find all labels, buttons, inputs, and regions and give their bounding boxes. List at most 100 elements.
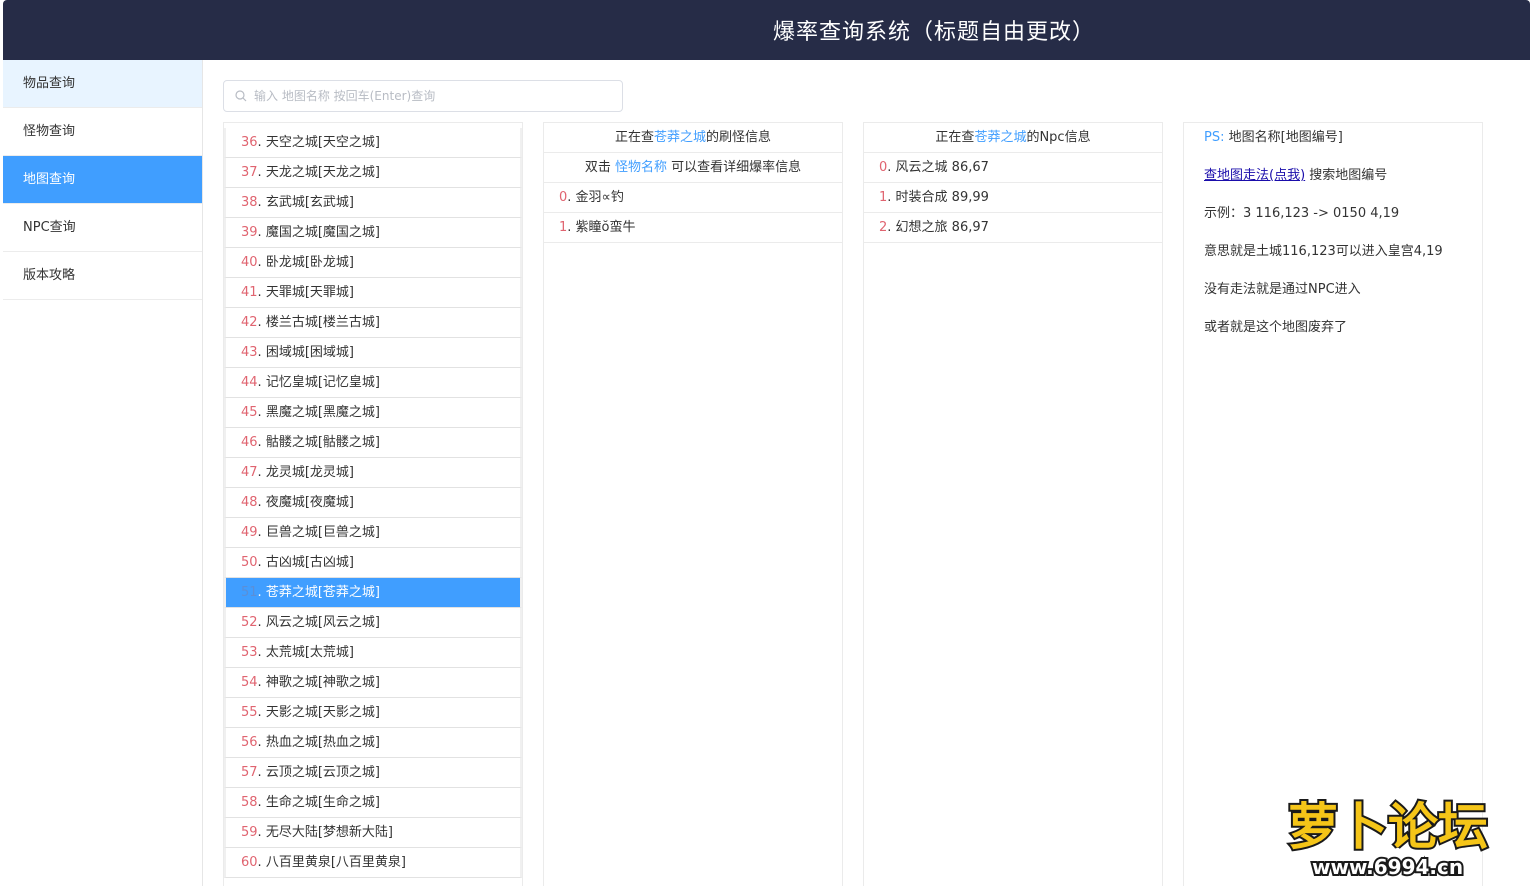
map-number: 55 (241, 705, 258, 720)
logo-url: www.6994.cn (1312, 855, 1463, 879)
map-name: 神歌之城[神歌之城] (265, 675, 380, 690)
info-link-line: 查地图走法(点我) 搜索地图编号 (1204, 161, 1462, 199)
map-name: 风云之城[风云之城] (265, 615, 380, 630)
map-list-item[interactable]: 56. 热血之城[热血之城] (224, 728, 522, 758)
map-number: 44 (241, 375, 258, 390)
map-list-item[interactable]: 46. 骷髅之城[骷髅之城] (224, 428, 522, 458)
map-list-item[interactable]: 53. 太荒城[太荒城] (224, 638, 522, 668)
map-name: 生命之城[生命之城] (265, 795, 380, 810)
map-name: 天龙之城[天龙之城] (265, 165, 380, 180)
map-list-item[interactable]: 45. 黑魔之城[黑魔之城] (224, 398, 522, 428)
map-list-item[interactable]: 50. 古凶城[古凶城] (224, 548, 522, 578)
map-number: 39 (241, 225, 258, 240)
monster-name: 金羽∝钓 (575, 190, 624, 205)
map-number: 52 (241, 615, 258, 630)
map-list-item[interactable]: 42. 楼兰古城[楼兰古城] (224, 308, 522, 338)
map-number: 59 (241, 825, 258, 840)
sidebar-item-monster-query[interactable]: 怪物查询 (3, 108, 202, 156)
map-number: 57 (241, 765, 258, 780)
map-list-item[interactable]: 44. 记忆皇城[记忆皇城] (224, 368, 522, 398)
npc-panel-header: 正在查苍莽之城的Npc信息 (864, 123, 1162, 153)
map-list-item[interactable]: 37. 天龙之城[天龙之城] (224, 158, 522, 188)
hint-suffix: 可以查看详细爆率信息 (671, 160, 802, 175)
map-list-inner: 36. 天空之城[天空之城] 37. 天龙之城[天龙之城] 38. 玄武城[玄武城]… (224, 128, 522, 878)
map-list-item[interactable]: 39. 魔国之城[魔国之城] (224, 218, 522, 248)
monster-panel: 正在查苍莽之城的刷怪信息 双击 怪物名称 可以查看详细爆率信息 0. 金羽∝钓 … (543, 122, 843, 886)
map-number: 38 (241, 195, 258, 210)
map-name: 热血之城[热血之城] (265, 735, 380, 750)
map-name: 太荒城[太荒城] (265, 645, 354, 660)
map-list-item[interactable]: 43. 困域城[困域城] (224, 338, 522, 368)
map-name: 记忆皇城[记忆皇城] (265, 375, 380, 390)
map-name: 玄武城[玄武城] (265, 195, 354, 210)
map-list-item[interactable]: 38. 玄武城[玄武城] (224, 188, 522, 218)
map-list-item[interactable]: 57. 云顶之城[云顶之城] (224, 758, 522, 788)
map-number: 60 (241, 855, 258, 870)
map-number: 45 (241, 405, 258, 420)
map-list-item[interactable]: 59. 无尽大陆[梦想新大陆] (224, 818, 522, 848)
npc-row[interactable]: 1. 时装合成 89,99 (864, 183, 1162, 213)
npc-row[interactable]: 2. 幻想之旅 86,97 (864, 213, 1162, 243)
ps-label: PS: (1204, 130, 1225, 145)
map-number: 58 (241, 795, 258, 810)
map-number: 47 (241, 465, 258, 480)
sidebar-item-item-query[interactable]: 物品查询 (3, 60, 202, 108)
map-name: 天影之城[天影之城] (265, 705, 380, 720)
npc-row[interactable]: 0. 风云之城 86,67 (864, 153, 1162, 183)
info-example: 示例：3 116,123 -> 0150 4,19 (1204, 206, 1400, 221)
map-name: 无尽大陆[梦想新大陆] (265, 825, 393, 840)
monster-name: 紫瞳ŏ蛮牛 (575, 220, 636, 235)
info-panel: PS: 地图名称[地图编号] 查地图走法(点我) 搜索地图编号 示例：3 116… (1183, 122, 1483, 886)
map-number: 41 (241, 285, 258, 300)
map-list-item[interactable]: 49. 巨兽之城[巨兽之城] (224, 518, 522, 548)
sidebar-item-npc-query[interactable]: NPC查询 (3, 204, 202, 252)
logo-text: 萝卜论坛 (1288, 798, 1488, 856)
map-list-item[interactable]: 60. 八百里黄泉[八百里黄泉] (224, 848, 522, 878)
map-name: 黑魔之城[黑魔之城] (265, 405, 380, 420)
npc-head-suffix: 的Npc信息 (1026, 130, 1091, 145)
row-number: 2 (879, 220, 888, 235)
search-input[interactable] (254, 81, 614, 111)
npc-name: 风云之城 86,67 (895, 160, 989, 175)
map-list-item[interactable]: 52. 风云之城[风云之城] (224, 608, 522, 638)
map-name: 天空之城[天空之城] (265, 135, 380, 150)
map-number: 50 (241, 555, 258, 570)
monster-row[interactable]: 0. 金羽∝钓 (544, 183, 842, 213)
map-name: 卧龙城[卧龙城] (265, 255, 354, 270)
map-list-item[interactable]: 55. 天影之城[天影之城] (224, 698, 522, 728)
map-name: 龙灵城[龙灵城] (265, 465, 354, 480)
info-ps-line: PS: 地图名称[地图编号] (1204, 123, 1462, 161)
map-number: 54 (241, 675, 258, 690)
map-list[interactable]: 36. 天空之城[天空之城] 37. 天龙之城[天龙之城] 38. 玄武城[玄武城]… (223, 122, 523, 886)
map-list-item[interactable]: 58. 生命之城[生命之城] (224, 788, 522, 818)
hint-monster-name: 怪物名称 (614, 160, 667, 175)
map-list-item[interactable]: 48. 夜魔城[夜魔城] (224, 488, 522, 518)
npc-head-prefix: 正在查 (935, 130, 975, 145)
map-number: 37 (241, 165, 258, 180)
map-list-item[interactable]: 47. 龙灵城[龙灵城] (224, 458, 522, 488)
map-name: 八百里黄泉[八百里黄泉] (265, 855, 406, 870)
npc-panel: 正在查苍莽之城的Npc信息 0. 风云之城 86,67 1. 时装合成 89,9… (863, 122, 1163, 886)
map-list-item[interactable]: 51. 苍莽之城[苍莽之城] (224, 578, 522, 608)
row-number: 0 (559, 190, 568, 205)
header-bar: 爆率查询系统（标题自由更改） (3, 0, 1530, 60)
sidebar-item-version-guide[interactable]: 版本攻略 (3, 252, 202, 300)
monster-panel-hint: 双击 怪物名称 可以查看详细爆率信息 (544, 153, 842, 183)
map-number: 43 (241, 345, 258, 360)
search-box[interactable] (223, 80, 623, 112)
page-title: 爆率查询系统（标题自由更改） (773, 20, 1096, 45)
row-number: 1 (879, 190, 888, 205)
map-name: 云顶之城[云顶之城] (265, 765, 380, 780)
monster-head-prefix: 正在查 (614, 130, 654, 145)
map-list-item[interactable]: 36. 天空之城[天空之城] (224, 128, 522, 158)
map-list-item[interactable]: 40. 卧龙城[卧龙城] (224, 248, 522, 278)
map-route-link[interactable]: 查地图走法(点我) (1204, 168, 1305, 183)
map-number: 46 (241, 435, 258, 450)
map-list-item[interactable]: 41. 天罪城[天罪城] (224, 278, 522, 308)
sidebar-item-map-query[interactable]: 地图查询 (3, 156, 202, 204)
monster-row[interactable]: 1. 紫瞳ŏ蛮牛 (544, 213, 842, 243)
info-abandoned: 或者就是这个地图废弃了 (1204, 320, 1348, 335)
map-list-item[interactable]: 54. 神歌之城[神歌之城] (224, 668, 522, 698)
map-name: 楼兰古城[楼兰古城] (265, 315, 380, 330)
map-number: 53 (241, 645, 258, 660)
